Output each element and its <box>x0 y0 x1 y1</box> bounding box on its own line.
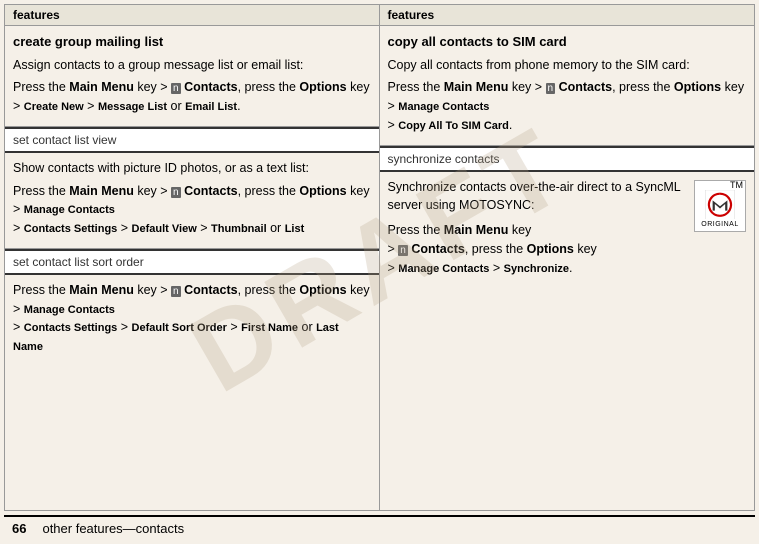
section-sync: TM ORIGINAL Synchronize contacts over-th… <box>380 172 755 511</box>
first-name-label: First Name <box>241 322 298 334</box>
options-label-3: Options <box>299 283 346 297</box>
options-label-4: Options <box>674 80 721 94</box>
footer: 66 other features—contacts <box>4 515 755 540</box>
copy-contacts-instruction: Press the Main Menu key > n Contacts, pr… <box>388 78 747 134</box>
list-label: List <box>285 223 305 235</box>
section-set-sort-body: Press the Main Menu key > n Contacts, pr… <box>5 275 379 366</box>
section-create-group-title: create group mailing list <box>13 32 371 52</box>
manage-contacts-label-1: Manage Contacts <box>24 204 115 216</box>
main-menu-label-5: Main Menu <box>444 223 509 237</box>
motorola-logo-svg <box>702 190 738 220</box>
set-view-instruction: Press the Main Menu key > n Contacts, pr… <box>13 182 371 238</box>
right-column: features copy all contacts to SIM card C… <box>380 5 755 510</box>
options-label-1: Options <box>299 80 346 94</box>
motorola-logo-box: TM ORIGINAL <box>694 180 746 232</box>
create-group-intro: Assign contacts to a group message list … <box>13 56 371 75</box>
contacts-icon-1: n <box>171 83 181 94</box>
right-col-header: features <box>380 5 755 26</box>
copy-all-sim-label: Copy All To SIM Card <box>398 120 509 132</box>
section-set-view: Show contacts with picture ID photos, or… <box>5 153 379 249</box>
section-sync-body: TM ORIGINAL Synchronize contacts over-th… <box>380 172 755 284</box>
page-wrapper: DRAFT features create group mailing list… <box>0 0 759 544</box>
section-set-view-body: Show contacts with picture ID photos, or… <box>5 153 379 248</box>
left-col-header: features <box>5 5 379 26</box>
section-sync-header: synchronize contacts <box>380 146 755 172</box>
manage-contacts-label-2: Manage Contacts <box>24 304 115 316</box>
contacts-settings-label-1: Contacts Settings <box>24 223 118 235</box>
create-new-label: Create New <box>24 101 84 113</box>
footer-text: other features—contacts <box>42 521 184 536</box>
contacts-icon-5: n <box>398 245 408 256</box>
section-copy-contacts-title: copy all contacts to SIM card <box>388 32 747 52</box>
main-menu-label-3: Main Menu <box>69 283 134 297</box>
section-set-sort: Press the Main Menu key > n Contacts, pr… <box>5 275 379 510</box>
synchronize-label: Synchronize <box>504 263 569 275</box>
contacts-icon-2: n <box>171 187 181 198</box>
left-column: features create group mailing list Assig… <box>5 5 380 510</box>
section-copy-contacts-body: copy all contacts to SIM card Copy all c… <box>380 26 755 145</box>
email-list-label: Email List <box>185 101 237 113</box>
section-set-sort-header: set contact list sort order <box>5 249 379 275</box>
motorola-tm: TM <box>730 181 743 190</box>
set-sort-instruction: Press the Main Menu key > n Contacts, pr… <box>13 281 371 356</box>
options-label-2: Options <box>299 184 346 198</box>
main-menu-label-2: Main Menu <box>69 184 134 198</box>
copy-contacts-intro: Copy all contacts from phone memory to t… <box>388 56 747 75</box>
thumbnail-label: Thumbnail <box>211 223 267 235</box>
section-set-view-header: set contact list view <box>5 127 379 153</box>
content-area: features create group mailing list Assig… <box>4 4 755 511</box>
manage-contacts-label-4: Manage Contacts <box>398 263 489 275</box>
sync-intro: Synchronize contacts over-the-air direct… <box>388 178 747 216</box>
contacts-label-1: Contacts <box>184 80 237 94</box>
default-sort-label: Default Sort Order <box>132 322 227 334</box>
manage-contacts-label-3: Manage Contacts <box>398 101 489 113</box>
main-menu-label-4: Main Menu <box>444 80 509 94</box>
set-view-intro: Show contacts with picture ID photos, or… <box>13 159 371 178</box>
contacts-label-5: Contacts <box>411 242 464 256</box>
section-copy-contacts: copy all contacts to SIM card Copy all c… <box>380 26 755 146</box>
section-create-group: create group mailing list Assign contact… <box>5 26 379 127</box>
page-number: 66 <box>12 521 26 536</box>
contacts-label-3: Contacts <box>184 283 237 297</box>
message-list-label: Message List <box>98 101 167 113</box>
contacts-label-2: Contacts <box>184 184 237 198</box>
contacts-settings-label-2: Contacts Settings <box>24 322 118 334</box>
sync-instruction: Press the Main Menu key > n Contacts, pr… <box>388 221 747 277</box>
options-label-5: Options <box>527 242 574 256</box>
contacts-icon-3: n <box>171 286 181 297</box>
contacts-icon-4: n <box>546 83 556 94</box>
contacts-label-4: Contacts <box>559 80 612 94</box>
section-create-group-body: create group mailing list Assign contact… <box>5 26 379 126</box>
main-menu-label-1: Main Menu <box>69 80 134 94</box>
motorola-original-label: ORIGINAL <box>701 220 738 231</box>
default-view-label: Default View <box>132 223 197 235</box>
create-group-instruction: Press the Main Menu key > n Contacts, pr… <box>13 78 371 116</box>
